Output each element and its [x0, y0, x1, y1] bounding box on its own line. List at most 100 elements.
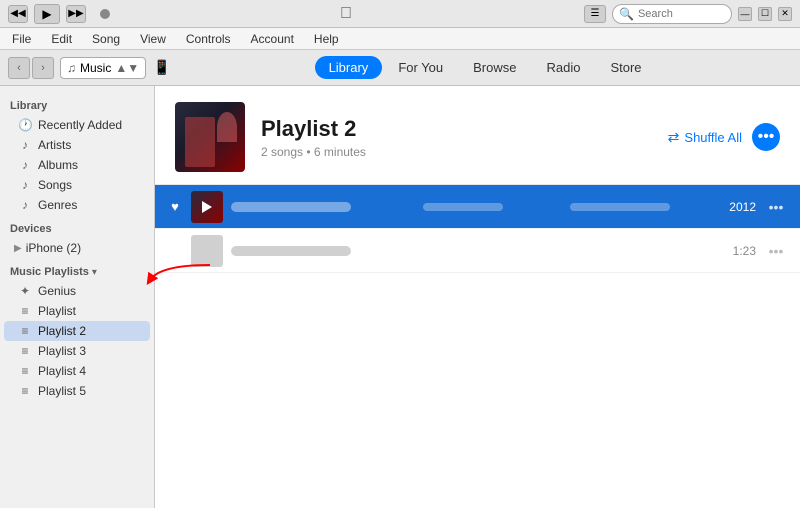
- sidebar-label-genres: Genres: [38, 198, 77, 212]
- playlist-title: Playlist 2: [261, 116, 652, 142]
- sidebar-item-songs[interactable]: ♪ Songs: [4, 175, 150, 195]
- menu-file[interactable]: File: [8, 30, 35, 48]
- playlist2-icon: ≡: [18, 324, 32, 338]
- menu-controls[interactable]: Controls: [182, 30, 235, 48]
- playlist-icon: ≡: [18, 304, 32, 318]
- recently-added-icon: 🕐: [18, 118, 32, 132]
- sidebar-item-recently-added[interactable]: 🕐 Recently Added: [4, 115, 150, 135]
- sidebar-item-playlist2[interactable]: ≡ Playlist 2: [4, 321, 150, 341]
- close-button[interactable]: ✕: [778, 7, 792, 21]
- table-row[interactable]: 1:23 •••: [155, 229, 800, 273]
- device-button[interactable]: 📱: [152, 58, 172, 78]
- playlists-header-label: Music Playlists: [10, 266, 89, 278]
- search-input[interactable]: [638, 8, 728, 20]
- minimize-button[interactable]: —: [738, 7, 752, 21]
- sidebar-item-playlist4[interactable]: ≡ Playlist 4: [4, 361, 150, 381]
- music-selector-label: Music: [80, 61, 111, 75]
- track-artist: [423, 203, 561, 211]
- nav-tabs: Library For You Browse Radio Store: [315, 56, 656, 79]
- sidebar-label-artists: Artists: [38, 138, 71, 152]
- sidebar-label-songs: Songs: [38, 178, 72, 192]
- nav-arrows: ‹ ›: [8, 57, 54, 79]
- music-note-icon: ♫: [67, 61, 76, 75]
- tab-library[interactable]: Library: [315, 56, 383, 79]
- device-expand-icon: ▶: [14, 243, 22, 254]
- playlists-collapse-icon: ▾: [92, 267, 97, 278]
- sidebar-label-playlist2: Playlist 2: [38, 324, 86, 338]
- forward-arrow-button[interactable]: ›: [32, 57, 54, 79]
- rewind-button[interactable]: ◀◀: [8, 5, 28, 23]
- sidebar-item-playlist3[interactable]: ≡ Playlist 3: [4, 341, 150, 361]
- sidebar-item-genius[interactable]: ✦ Genius: [4, 281, 150, 301]
- shuffle-icon: ⇄: [668, 129, 680, 146]
- track-list: ♥ 2012 •••: [155, 185, 800, 508]
- fast-forward-button[interactable]: ▶▶: [66, 5, 86, 23]
- sidebar-item-albums[interactable]: ♪ Albums: [4, 155, 150, 175]
- content-area: Playlist 2 2 songs • 6 minutes ⇄ Shuffle…: [155, 86, 800, 508]
- track-year: 2012: [716, 200, 756, 214]
- title-bar-center: : [340, 5, 352, 23]
- shuffle-label: Shuffle All: [684, 130, 742, 145]
- search-box[interactable]: 🔍: [612, 4, 732, 24]
- tab-for-you[interactable]: For You: [384, 56, 457, 79]
- nav-bar: ‹ › ♫ Music ▲▼ 📱 Library For You Browse …: [0, 50, 800, 86]
- love-icon[interactable]: [167, 243, 183, 259]
- sidebar-label-genius: Genius: [38, 284, 76, 298]
- sidebar-item-iphone[interactable]: ▶ iPhone (2): [0, 238, 154, 258]
- menu-view[interactable]: View: [136, 30, 170, 48]
- track-more-button[interactable]: •••: [764, 195, 788, 219]
- main-layout: Library 🕐 Recently Added ♪ Artists ♪ Alb…: [0, 86, 800, 508]
- track-name-blurred: [231, 246, 351, 256]
- sidebar-label-playlist3: Playlist 3: [38, 344, 86, 358]
- sidebar-label-albums: Albums: [38, 158, 78, 172]
- menu-bar: File Edit Song View Controls Account Hel…: [0, 28, 800, 50]
- devices-section-header: Devices: [0, 215, 154, 238]
- sidebar-item-genres[interactable]: ♪ Genres: [4, 195, 150, 215]
- sidebar-item-playlist5[interactable]: ≡ Playlist 5: [4, 381, 150, 401]
- menu-edit[interactable]: Edit: [47, 30, 76, 48]
- back-arrow-button[interactable]: ‹: [8, 57, 30, 79]
- sidebar-item-artists[interactable]: ♪ Artists: [4, 135, 150, 155]
- menu-song[interactable]: Song: [88, 30, 124, 48]
- play-button[interactable]: ▶: [34, 4, 60, 24]
- track-duration: 1:23: [716, 244, 756, 258]
- track-name: [231, 246, 396, 256]
- track-thumbnail: [191, 235, 223, 267]
- shuffle-all-button[interactable]: ⇄ Shuffle All: [668, 129, 742, 146]
- sidebar-item-playlist[interactable]: ≡ Playlist: [4, 301, 150, 321]
- genius-icon: ✦: [18, 284, 32, 298]
- title-bar-left: ◀◀ ▶ ▶▶: [8, 4, 108, 24]
- search-icon: 🔍: [619, 7, 634, 21]
- apple-logo-icon: : [340, 5, 352, 23]
- playlist3-icon: ≡: [18, 344, 32, 358]
- sidebar-label-playlist4: Playlist 4: [38, 364, 86, 378]
- love-icon[interactable]: ♥: [167, 199, 183, 215]
- tab-radio[interactable]: Radio: [533, 56, 595, 79]
- progress-thumb[interactable]: [100, 9, 110, 19]
- genres-icon: ♪: [18, 198, 32, 212]
- playlists-section-header[interactable]: Music Playlists ▾: [0, 258, 154, 281]
- artists-icon: ♪: [18, 138, 32, 152]
- playlist4-icon: ≡: [18, 364, 32, 378]
- menu-account[interactable]: Account: [247, 30, 298, 48]
- header-actions: ⇄ Shuffle All •••: [668, 123, 780, 151]
- tab-browse[interactable]: Browse: [459, 56, 530, 79]
- track-more-button[interactable]: •••: [764, 239, 788, 263]
- menu-help[interactable]: Help: [310, 30, 343, 48]
- sidebar: Library 🕐 Recently Added ♪ Artists ♪ Alb…: [0, 86, 155, 508]
- playlist-meta: 2 songs • 6 minutes: [261, 145, 652, 159]
- track-artist-blurred: [423, 203, 503, 211]
- table-row[interactable]: ♥ 2012 •••: [155, 185, 800, 229]
- track-name-blurred: [231, 202, 351, 212]
- track-album: [570, 203, 708, 211]
- more-options-button[interactable]: •••: [752, 123, 780, 151]
- music-selector[interactable]: ♫ Music ▲▼: [60, 57, 146, 79]
- track-album-blurred: [570, 203, 670, 211]
- list-view-button[interactable]: ☰: [584, 5, 606, 23]
- maximize-button[interactable]: ☐: [758, 7, 772, 21]
- albums-icon: ♪: [18, 158, 32, 172]
- title-bar: ◀◀ ▶ ▶▶  ☰ 🔍 — ☐ ✕: [0, 0, 800, 28]
- selector-arrow-icon: ▲▼: [115, 61, 139, 75]
- tab-store[interactable]: Store: [596, 56, 655, 79]
- playlist-info: Playlist 2 2 songs • 6 minutes: [261, 116, 652, 159]
